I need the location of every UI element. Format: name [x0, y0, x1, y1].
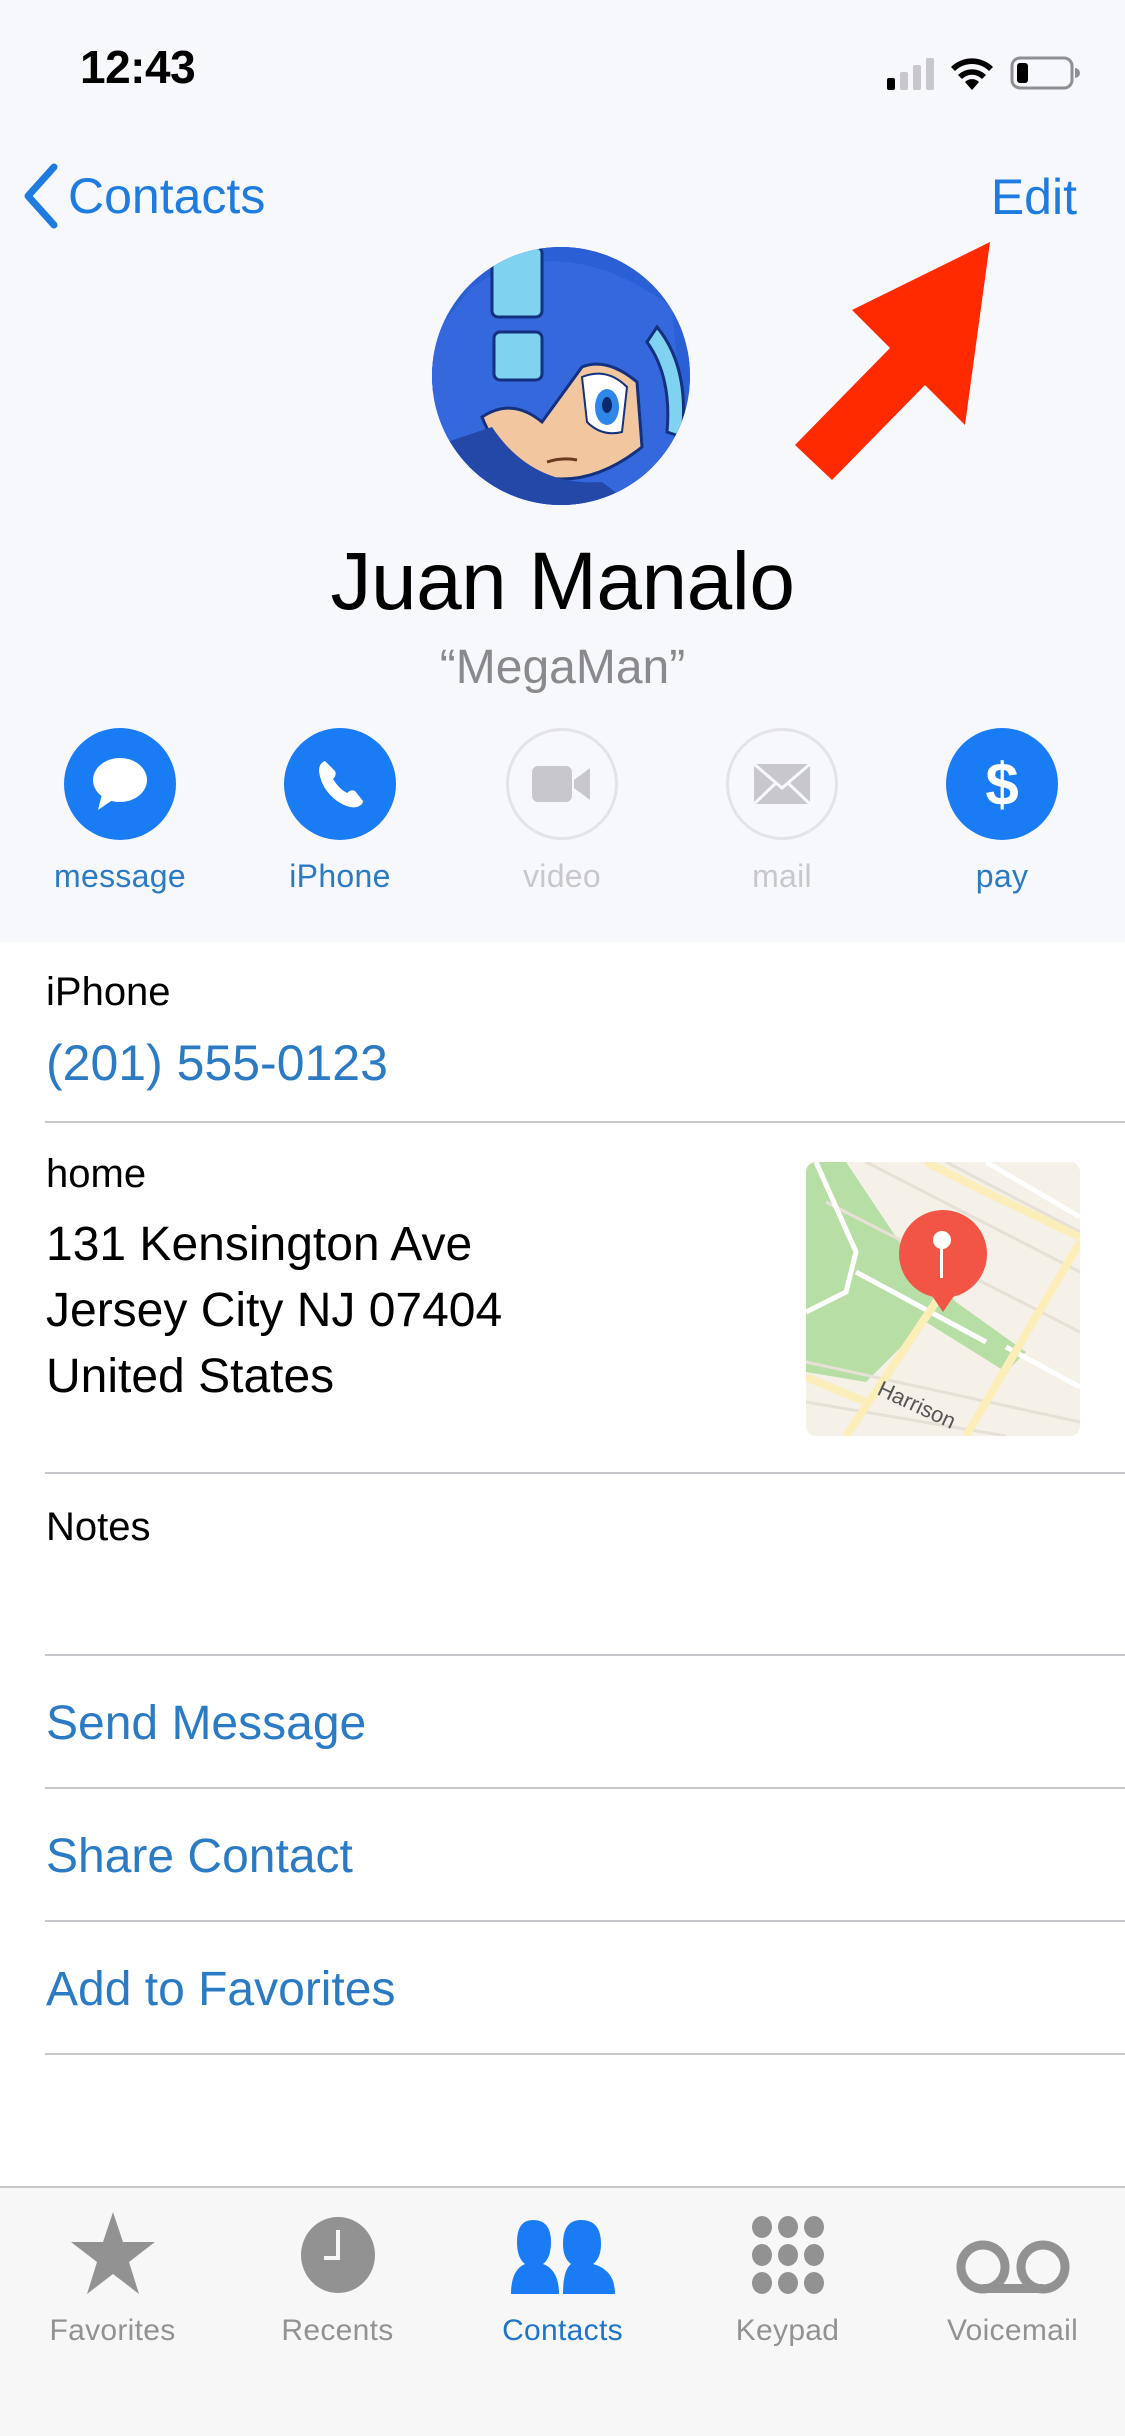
divider: [45, 1121, 1125, 1123]
back-label: Contacts: [68, 168, 266, 224]
contact-nickname: “MegaMan”: [439, 641, 686, 694]
share-contact-button[interactable]: Share Contact: [46, 1829, 353, 1884]
chevron-left-icon: [24, 163, 58, 229]
megaman-avatar-icon: [432, 247, 690, 505]
mail-action-button[interactable]: mail: [682, 728, 882, 895]
phone-icon: [319, 761, 363, 808]
contacts-icon: [510, 2220, 615, 2294]
mail-action-label: mail: [752, 858, 812, 894]
divider: [45, 1472, 1125, 1474]
status-icons: [887, 50, 1080, 90]
address-line-2[interactable]: Jersey City NJ 07404: [46, 1278, 502, 1344]
call-action-button[interactable]: iPhone: [240, 728, 440, 895]
notes-field[interactable]: [46, 1560, 1046, 1640]
send-message-button[interactable]: Send Message: [46, 1696, 366, 1751]
contact-name: Juan Manalo: [330, 536, 795, 627]
voicemail-icon: [956, 2240, 1069, 2294]
message-action-label: message: [54, 858, 186, 894]
keypad-icon: [751, 2216, 824, 2294]
message-bubble-icon: [93, 758, 147, 810]
tab-recents[interactable]: Recents: [225, 2202, 450, 2348]
phone-label: iPhone: [46, 970, 171, 1014]
phone-number-link[interactable]: (201) 555-0123: [46, 1034, 388, 1092]
dollar-icon: $: [985, 750, 1019, 818]
video-action-label: video: [523, 858, 601, 894]
address-line-1[interactable]: 131 Kensington Ave: [46, 1212, 472, 1278]
tab-voicemail[interactable]: Voicemail: [900, 2202, 1125, 2348]
pay-action-label: pay: [975, 858, 1029, 894]
tab-voicemail-label: Voicemail: [946, 2314, 1079, 2347]
divider: [45, 2053, 1125, 2055]
divider: [45, 1920, 1125, 1922]
cellular-signal-icon: [887, 56, 934, 90]
tab-contacts-label: Contacts: [502, 2314, 623, 2347]
divider: [45, 1787, 1125, 1789]
video-action-button[interactable]: video: [462, 728, 662, 895]
tab-bar: Favorites Recents Contacts Keypad Voicem…: [0, 2186, 1125, 2436]
envelope-icon: [754, 764, 810, 804]
map-icon: Harrison: [806, 1162, 1080, 1436]
address-map-thumbnail[interactable]: Harrison: [806, 1162, 1080, 1436]
tab-recents-label: Recents: [281, 2314, 394, 2347]
star-icon: [70, 2212, 155, 2294]
battery-icon: [1010, 56, 1080, 90]
tab-keypad[interactable]: Keypad: [675, 2202, 900, 2348]
annotation-arrow-icon: [795, 242, 990, 480]
edit-button[interactable]: Edit: [991, 168, 1077, 226]
address-label: home: [46, 1152, 147, 1196]
clock-icon: [300, 2217, 375, 2293]
add-to-favorites-button[interactable]: Add to Favorites: [46, 1962, 396, 2017]
tab-contacts[interactable]: Contacts: [450, 2202, 675, 2348]
back-button[interactable]: Contacts: [22, 163, 265, 229]
address-line-3[interactable]: United States: [46, 1344, 334, 1410]
tab-keypad-label: Keypad: [735, 2314, 840, 2347]
tab-favorites-label: Favorites: [49, 2314, 176, 2347]
video-camera-icon: [532, 766, 590, 802]
call-action-label: iPhone: [289, 858, 391, 894]
message-action-button[interactable]: message: [20, 728, 220, 895]
contact-avatar: [432, 247, 690, 505]
notes-label: Notes: [46, 1505, 151, 1549]
status-time: 12:43: [80, 41, 196, 93]
divider: [45, 1654, 1125, 1656]
pay-action-button[interactable]: $ pay: [902, 728, 1102, 895]
tab-favorites[interactable]: Favorites: [0, 2202, 225, 2348]
wifi-icon: [951, 58, 993, 90]
